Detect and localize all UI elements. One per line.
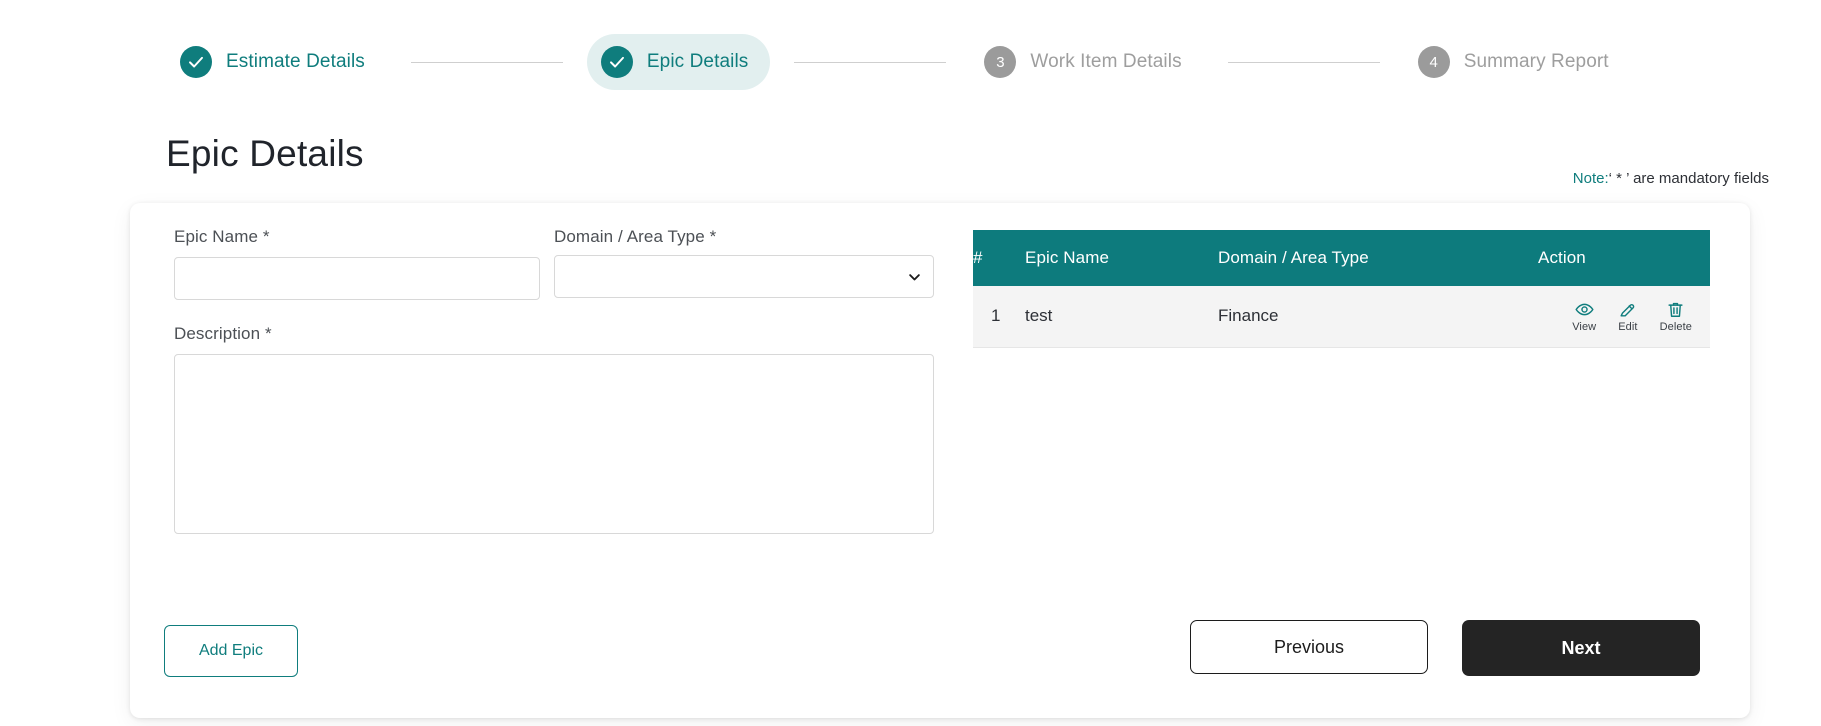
table-row: 1 test Finance View Edit Delete: [973, 286, 1710, 348]
step-label-work-item-details: Work Item Details: [1030, 51, 1182, 72]
label-epic-name: Epic Name *: [174, 227, 270, 246]
previous-button[interactable]: Previous: [1190, 620, 1428, 674]
mandatory-fields-note: Note:‘ * ’ are mandatory fields: [1573, 170, 1769, 187]
epic-name-input[interactable]: [174, 257, 540, 300]
column-header-domain: Domain / Area Type: [1218, 230, 1538, 286]
epics-table-wrapper: # Epic Name Domain / Area Type Action 1 …: [973, 230, 1710, 348]
delete-label: Delete: [1659, 320, 1692, 333]
trash-icon: [1666, 300, 1685, 319]
note-label: Note:: [1572, 170, 1609, 187]
epic-form: Epic Name * Domain / Area Type * Finance: [174, 227, 964, 534]
next-button[interactable]: Next: [1462, 620, 1700, 676]
add-epic-button[interactable]: Add Epic: [164, 625, 298, 677]
cell-domain: Finance: [1218, 286, 1538, 348]
epics-table-head: # Epic Name Domain / Area Type Action: [973, 230, 1710, 286]
column-header-action: Action: [1538, 230, 1710, 286]
step-estimate-details[interactable]: Estimate Details: [166, 34, 387, 90]
field-epic-name: Epic Name *: [174, 227, 540, 300]
form-row-top: Epic Name * Domain / Area Type * Finance: [174, 227, 964, 300]
epic-details-page: Estimate Details Epic Details 3 Work Ite…: [0, 0, 1821, 726]
view-button[interactable]: View: [1572, 300, 1596, 333]
epics-table-body: 1 test Finance View Edit Delete: [973, 286, 1710, 348]
cell-index: 1: [973, 286, 1025, 348]
step-number-badge: 3: [984, 46, 1017, 78]
delete-button[interactable]: Delete: [1660, 300, 1692, 333]
step-connector-3: [1227, 61, 1380, 63]
step-label-summary-report: Summary Report: [1463, 51, 1609, 72]
step-connector-2: [794, 61, 947, 63]
eye-icon: [1575, 300, 1594, 319]
column-header-epic-name: Epic Name: [1025, 230, 1218, 286]
view-label: View: [1572, 320, 1597, 333]
cell-epic-name: test: [1025, 286, 1218, 348]
edit-label: Edit: [1618, 320, 1638, 333]
label-description: Description *: [174, 324, 272, 343]
step-epic-details[interactable]: Epic Details: [586, 34, 771, 90]
table-header-row: # Epic Name Domain / Area Type Action: [973, 230, 1710, 286]
description-textarea[interactable]: [174, 354, 934, 534]
field-domain-area-type: Domain / Area Type * Finance: [554, 227, 934, 300]
label-domain-area-type: Domain / Area Type *: [554, 227, 717, 246]
column-header-index: #: [973, 230, 1025, 286]
wizard-stepper: Estimate Details Epic Details 3 Work Ite…: [0, 34, 1760, 90]
row-actions: View Edit Delete: [1538, 300, 1710, 333]
domain-area-type-select[interactable]: Finance: [554, 255, 934, 298]
step-connector-1: [410, 61, 563, 63]
step-label-estimate-details: Estimate Details: [226, 51, 365, 72]
page-title: Epic Details: [166, 133, 364, 174]
step-summary-report[interactable]: 4 Summary Report: [1404, 34, 1631, 90]
check-icon: [600, 46, 633, 78]
step-number-badge: 4: [1417, 46, 1450, 78]
pencil-icon: [1618, 300, 1637, 319]
cell-actions: View Edit Delete: [1538, 286, 1710, 348]
field-description: Description *: [174, 324, 934, 534]
step-label-epic-details: Epic Details: [646, 51, 749, 72]
step-work-item-details[interactable]: 3 Work Item Details: [970, 34, 1203, 90]
edit-button[interactable]: Edit: [1618, 300, 1637, 333]
check-icon: [180, 46, 212, 78]
note-text: ‘ * ’ are mandatory fields: [1608, 170, 1769, 187]
epics-table: # Epic Name Domain / Area Type Action 1 …: [973, 230, 1710, 348]
domain-select-wrapper: Finance: [554, 255, 934, 298]
